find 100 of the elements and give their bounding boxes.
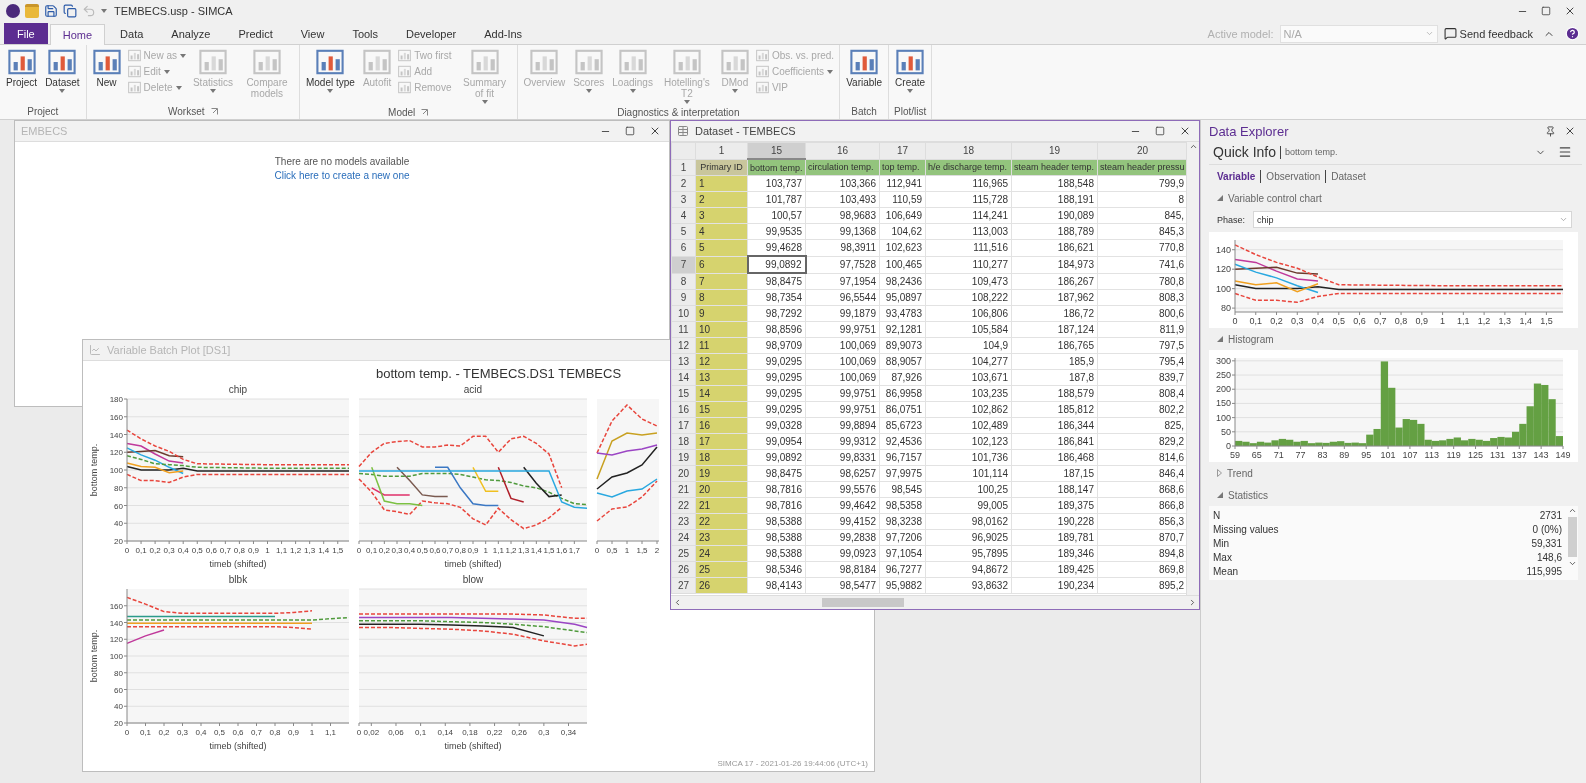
tick-label: 0,4 <box>1311 316 1325 326</box>
tick-label: 0,02 <box>363 728 380 737</box>
chart-subtitle: chip <box>228 384 248 395</box>
tick-label: 0,3 <box>538 728 550 737</box>
tick-label: 107 <box>1402 450 1418 460</box>
ribbon-tab[interactable]: Add-Ins <box>471 23 536 44</box>
ribbon-button[interactable]: Project <box>3 47 41 89</box>
group-label: Project <box>27 106 59 117</box>
panel-tab[interactable]: Dataset <box>1331 170 1366 182</box>
tick-label: 0,06 <box>388 728 404 737</box>
tick-label: 95 <box>1361 450 1372 460</box>
tick-label: 0,5 <box>213 728 226 737</box>
ribbon-tab[interactable]: Analyze <box>158 23 224 44</box>
table-cell[interactable]: 99,0892 <box>747 256 806 273</box>
tick-label: 0,7 <box>442 546 454 555</box>
ribbon-tab[interactable]: Developer <box>393 23 470 44</box>
tick-label: 0,3 <box>163 546 175 555</box>
tick-label: 149 <box>1555 450 1571 460</box>
group-label: Batch <box>851 106 877 117</box>
window-title: EMBECS <box>21 125 68 137</box>
phase-dropdown[interactable]: chip <box>1253 211 1572 228</box>
tick-label: 101 <box>1380 450 1396 460</box>
tick-label: 137 <box>1511 450 1527 460</box>
tick-label: 100 <box>109 652 123 661</box>
tick-label: 1,5 <box>543 546 555 555</box>
plot-title: bottom temp. - TEMBECS.DS1 TEMBECS <box>374 366 622 381</box>
tick-label: 0,3 <box>176 728 189 737</box>
tick-label: 1,7 <box>568 546 580 555</box>
column-header[interactable]: 1 <box>695 142 748 159</box>
tick-label: 1 <box>624 546 630 555</box>
window-title: TEMBECS.usp - SIMCA <box>114 5 233 17</box>
tick-label: 71 <box>1273 450 1284 460</box>
tick-label: 0,1 <box>139 728 152 737</box>
tick-label: 1,4 <box>530 546 542 555</box>
axis-title: bottom temp. <box>89 629 99 683</box>
ribbon-tab[interactable]: Predict <box>225 23 286 44</box>
tick-label: 1,1 <box>492 546 504 555</box>
panel-tab[interactable]: Observation <box>1266 170 1321 182</box>
tick-label: 0 <box>124 728 130 737</box>
ribbon-button[interactable]: Create <box>892 47 929 94</box>
tick-label: 1 <box>265 546 270 555</box>
group-label: Plot/list <box>894 106 927 117</box>
ribbon-button[interactable]: Dataset <box>42 47 83 94</box>
tick-label: 0,8 <box>454 546 466 555</box>
quick-info-title: Quick Info <box>1213 144 1277 160</box>
column-header[interactable]: 18 <box>925 142 1012 159</box>
column-header[interactable]: 16 <box>805 142 880 159</box>
active-model-label: Active model: <box>1207 27 1274 40</box>
tick-label: 0,2 <box>1270 316 1283 326</box>
tick-label: 140 <box>1215 244 1231 255</box>
tick-label: 1,1 <box>276 546 288 555</box>
column-header[interactable]: 19 <box>1011 142 1098 159</box>
tick-label: 0,9 <box>1415 316 1429 326</box>
column-header[interactable]: 17 <box>879 142 926 159</box>
ribbon-tab[interactable]: Data <box>107 23 157 44</box>
column-header[interactable]: 20 <box>1097 142 1186 159</box>
footer-text: SIMCA 17 - 2021-01-26 19:44:06 (UTC+1) <box>717 759 868 768</box>
send-feedback-button[interactable]: Send feedback <box>1443 27 1533 40</box>
tick-label: 100 <box>1215 283 1231 294</box>
tick-label: 119 <box>1446 450 1461 460</box>
ribbon-button[interactable]: Variable <box>843 47 886 89</box>
tick-label: 65 <box>1251 450 1262 460</box>
tick-label: 20 <box>114 719 123 728</box>
statistic-name: Min <box>1213 537 1230 549</box>
section-header[interactable]: Variable control chart <box>1209 187 1586 209</box>
section-header[interactable]: Statistics <box>1209 484 1586 506</box>
ribbon-tab[interactable]: File <box>4 23 48 44</box>
tick-label: 0,2 <box>378 546 390 555</box>
variable-name: bottom temp. <box>1285 147 1338 157</box>
tick-label: 250 <box>1215 370 1231 381</box>
tick-label: 0,8 <box>1394 316 1408 326</box>
tick-label: 40 <box>114 702 123 712</box>
tick-label: 0 <box>356 728 362 737</box>
tick-label: 1,1 <box>1457 316 1470 326</box>
tick-label: 20 <box>114 537 123 546</box>
tick-label: 160 <box>109 601 123 611</box>
section-header[interactable]: Trend <box>1209 462 1586 484</box>
tick-label: 80 <box>1221 303 1231 314</box>
tick-label: 1,5 <box>636 546 648 555</box>
tick-label: 0,1 <box>1249 316 1262 326</box>
tick-label: 0,18 <box>462 728 478 737</box>
column-header[interactable]: 15 <box>747 142 806 159</box>
statistic-value: 0 (0%) <box>1532 523 1562 535</box>
ribbon-tab[interactable]: Tools <box>339 23 392 44</box>
ribbon-tab[interactable]: View <box>287 23 338 44</box>
tick-label: 0 <box>1232 316 1238 326</box>
empty-message: There are no models available <box>274 156 410 167</box>
tick-label: 0,7 <box>219 546 231 555</box>
tick-label: 1,1 <box>324 728 337 737</box>
tick-label: 0,4 <box>195 728 207 737</box>
panel-tab[interactable]: Variable <box>1217 170 1256 182</box>
tick-label: 0 <box>356 546 362 555</box>
ribbon-button[interactable]: New <box>89 47 124 89</box>
tick-label: 1 <box>1440 316 1446 326</box>
create-model-link[interactable]: Click here to create a new one <box>274 170 410 181</box>
ribbon-tab[interactable]: Home <box>49 24 106 45</box>
ribbon-button[interactable]: Model type <box>302 47 358 94</box>
tick-label: 0,1 <box>366 546 378 555</box>
section-header[interactable]: Histogram <box>1209 328 1586 350</box>
tick-label: 0,34 <box>560 728 577 737</box>
